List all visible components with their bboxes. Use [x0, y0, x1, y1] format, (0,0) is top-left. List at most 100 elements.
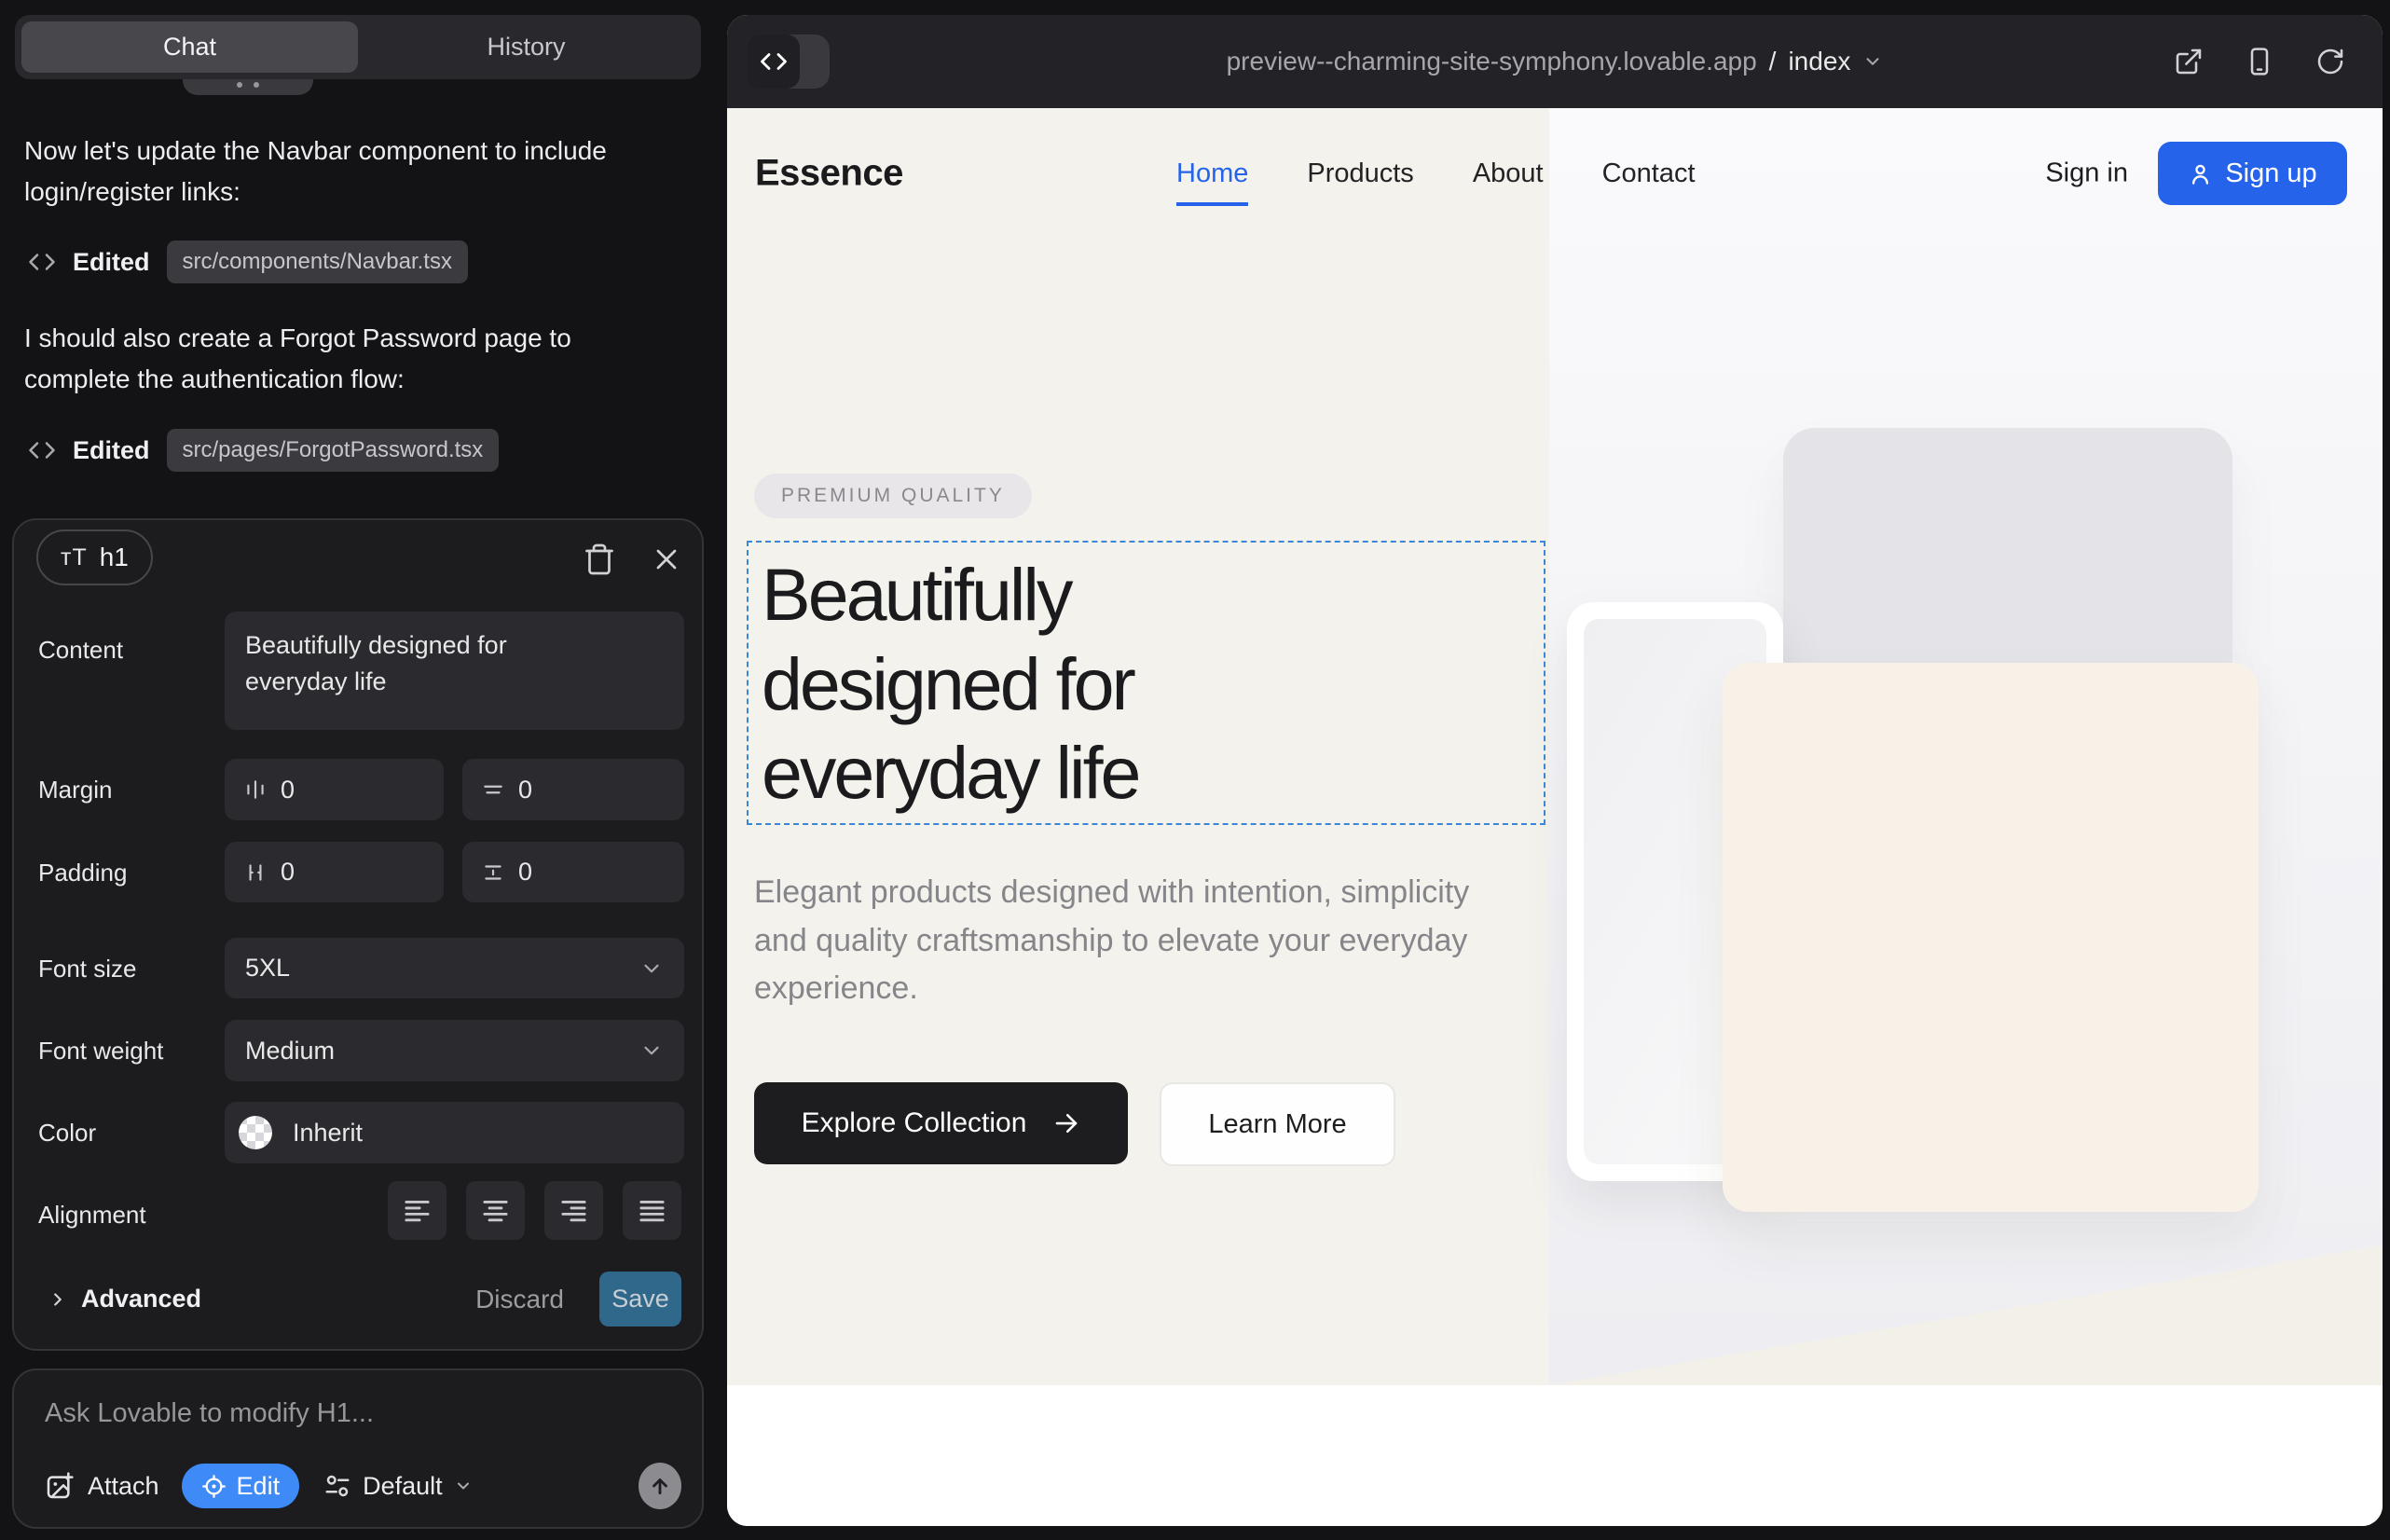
url-domain: preview--charming-site-symphony.lovable.…: [1227, 47, 1757, 76]
attach-button[interactable]: Attach: [45, 1471, 159, 1501]
padding-label: Padding: [38, 859, 127, 887]
image-plus-icon: [45, 1471, 75, 1501]
tab-chat[interactable]: Chat: [21, 21, 358, 73]
nav-link-contact[interactable]: Contact: [1602, 158, 1696, 189]
hero-description: Elegant products designed with intention…: [754, 869, 1481, 1013]
nav-link-about[interactable]: About: [1473, 158, 1544, 189]
learn-more-button[interactable]: Learn More: [1160, 1082, 1395, 1166]
hero-cta-row: Explore Collection Learn More: [754, 1082, 1395, 1166]
delete-element-button[interactable]: [583, 543, 616, 576]
margin-y-input[interactable]: 0: [462, 759, 684, 820]
alignment-buttons: [388, 1181, 681, 1240]
edited-label: Edited: [73, 436, 150, 465]
lovable-app: Chat History Now let's update the Navbar…: [0, 0, 2390, 1540]
arrow-up-icon: [648, 1474, 672, 1498]
edited-label: Edited: [73, 248, 150, 277]
preview-toolbar: preview--charming-site-symphony.lovable.…: [727, 15, 2383, 108]
target-icon: [201, 1474, 227, 1499]
assistant-message: I should also create a Forgot Password p…: [24, 318, 647, 400]
align-center-icon: [481, 1196, 510, 1225]
user-icon: [2188, 161, 2213, 186]
font-size-label: Font size: [38, 955, 137, 983]
chevron-right-icon: [48, 1289, 68, 1310]
color-swatch: [239, 1116, 272, 1149]
padding-vertical-icon: [481, 860, 505, 885]
code-icon: [28, 436, 56, 464]
chevron-down-icon: [1862, 51, 1883, 72]
chat-input-toolbar: Attach Edit Default: [45, 1462, 681, 1510]
explore-collection-button[interactable]: Explore Collection: [754, 1082, 1128, 1164]
tab-history[interactable]: History: [358, 21, 694, 73]
refresh-icon[interactable]: [2315, 47, 2345, 76]
align-left-button[interactable]: [388, 1181, 446, 1240]
site-logo[interactable]: Essence: [755, 153, 903, 195]
chat-input-panel: Ask Lovable to modify H1... Attach Edit …: [12, 1368, 704, 1529]
element-editor-panel: тT h1 Content Beautifully designed for e…: [12, 518, 704, 1351]
cream-wedge-shape: [1549, 1245, 2383, 1385]
hero-heading[interactable]: Beautifully designed for everyday life: [749, 543, 1326, 818]
code-icon: [28, 248, 56, 276]
edit-mode-pill[interactable]: Edit: [182, 1464, 300, 1508]
url-separator: /: [1769, 47, 1777, 76]
tag-name: h1: [100, 543, 129, 572]
arrow-right-icon: [1052, 1109, 1080, 1137]
chevron-down-icon: [454, 1477, 473, 1495]
open-external-icon[interactable]: [2174, 47, 2204, 76]
advanced-toggle[interactable]: Advanced: [48, 1285, 201, 1313]
padding-x-input[interactable]: 0: [225, 842, 444, 902]
align-left-icon: [403, 1196, 432, 1225]
padding-horizontal-icon: [243, 860, 268, 885]
nav-link-products[interactable]: Products: [1307, 158, 1413, 189]
chevron-down-icon: [639, 956, 664, 981]
align-center-button[interactable]: [466, 1181, 525, 1240]
content-label: Content: [38, 636, 123, 665]
margin-horizontal-icon: [243, 777, 268, 802]
premium-quality-badge: PREMIUM QUALITY: [754, 474, 1032, 518]
edited-file-row: Edited src/pages/ForgotPassword.tsx: [28, 429, 499, 472]
chevron-down-icon: [639, 1038, 664, 1063]
nav-link-home[interactable]: Home: [1176, 158, 1248, 189]
align-right-button[interactable]: [544, 1181, 603, 1240]
discard-button[interactable]: Discard: [475, 1285, 564, 1314]
preview-window: preview--charming-site-symphony.lovable.…: [727, 15, 2383, 1526]
align-justify-button[interactable]: [623, 1181, 681, 1240]
h1-selection-outline[interactable]: Beautifully designed for everyday life: [747, 541, 1545, 825]
alignment-label: Alignment: [38, 1201, 146, 1230]
align-right-icon: [559, 1196, 588, 1225]
selected-element-tag: тT h1: [36, 529, 153, 585]
editor-footer: Advanced Discard Save: [48, 1272, 681, 1327]
color-select[interactable]: Inherit: [225, 1102, 684, 1163]
save-button[interactable]: Save: [599, 1272, 681, 1327]
font-weight-select[interactable]: Medium: [225, 1020, 684, 1081]
font-size-select[interactable]: 5XL: [225, 938, 684, 998]
edited-file-chip[interactable]: src/components/Navbar.tsx: [167, 241, 468, 283]
site-navbar: Essence Home Products About Contact Sign…: [727, 108, 2383, 239]
margin-vertical-icon: [481, 777, 505, 802]
color-label: Color: [38, 1119, 96, 1148]
mobile-view-icon[interactable]: [2245, 47, 2274, 76]
edited-file-chip[interactable]: src/pages/ForgotPassword.tsx: [167, 429, 500, 472]
assistant-message: Now let's update the Navbar component to…: [24, 131, 647, 213]
font-weight-label: Font weight: [38, 1037, 163, 1066]
content-textarea[interactable]: Beautifully designed for everyday life: [225, 612, 684, 730]
preview-viewport: Essence Home Products About Contact Sign…: [727, 108, 2383, 1526]
url-page: index: [1788, 47, 1850, 76]
close-panel-button[interactable]: [650, 543, 683, 576]
text-type-icon: тT: [61, 544, 88, 571]
edited-file-row: Edited src/components/Navbar.tsx: [28, 241, 468, 283]
model-selector[interactable]: Default: [323, 1472, 473, 1501]
chat-history-tabbar: Chat History: [15, 15, 701, 79]
decor-cream-card: [1723, 663, 2259, 1212]
chat-input[interactable]: Ask Lovable to modify H1...: [45, 1398, 374, 1429]
margin-x-input[interactable]: 0: [225, 759, 444, 820]
preview-actions: [2174, 15, 2345, 108]
align-justify-icon: [638, 1196, 666, 1225]
send-button[interactable]: [639, 1463, 681, 1509]
sign-in-link[interactable]: Sign in: [2045, 158, 2128, 189]
padding-y-input[interactable]: 0: [462, 842, 684, 902]
sliders-icon: [323, 1472, 351, 1500]
preview-url[interactable]: preview--charming-site-symphony.lovable.…: [727, 15, 2383, 108]
site-nav-links: Home Products About Contact: [1176, 108, 1696, 239]
margin-label: Margin: [38, 776, 112, 804]
sign-up-button[interactable]: Sign up: [2158, 142, 2347, 205]
